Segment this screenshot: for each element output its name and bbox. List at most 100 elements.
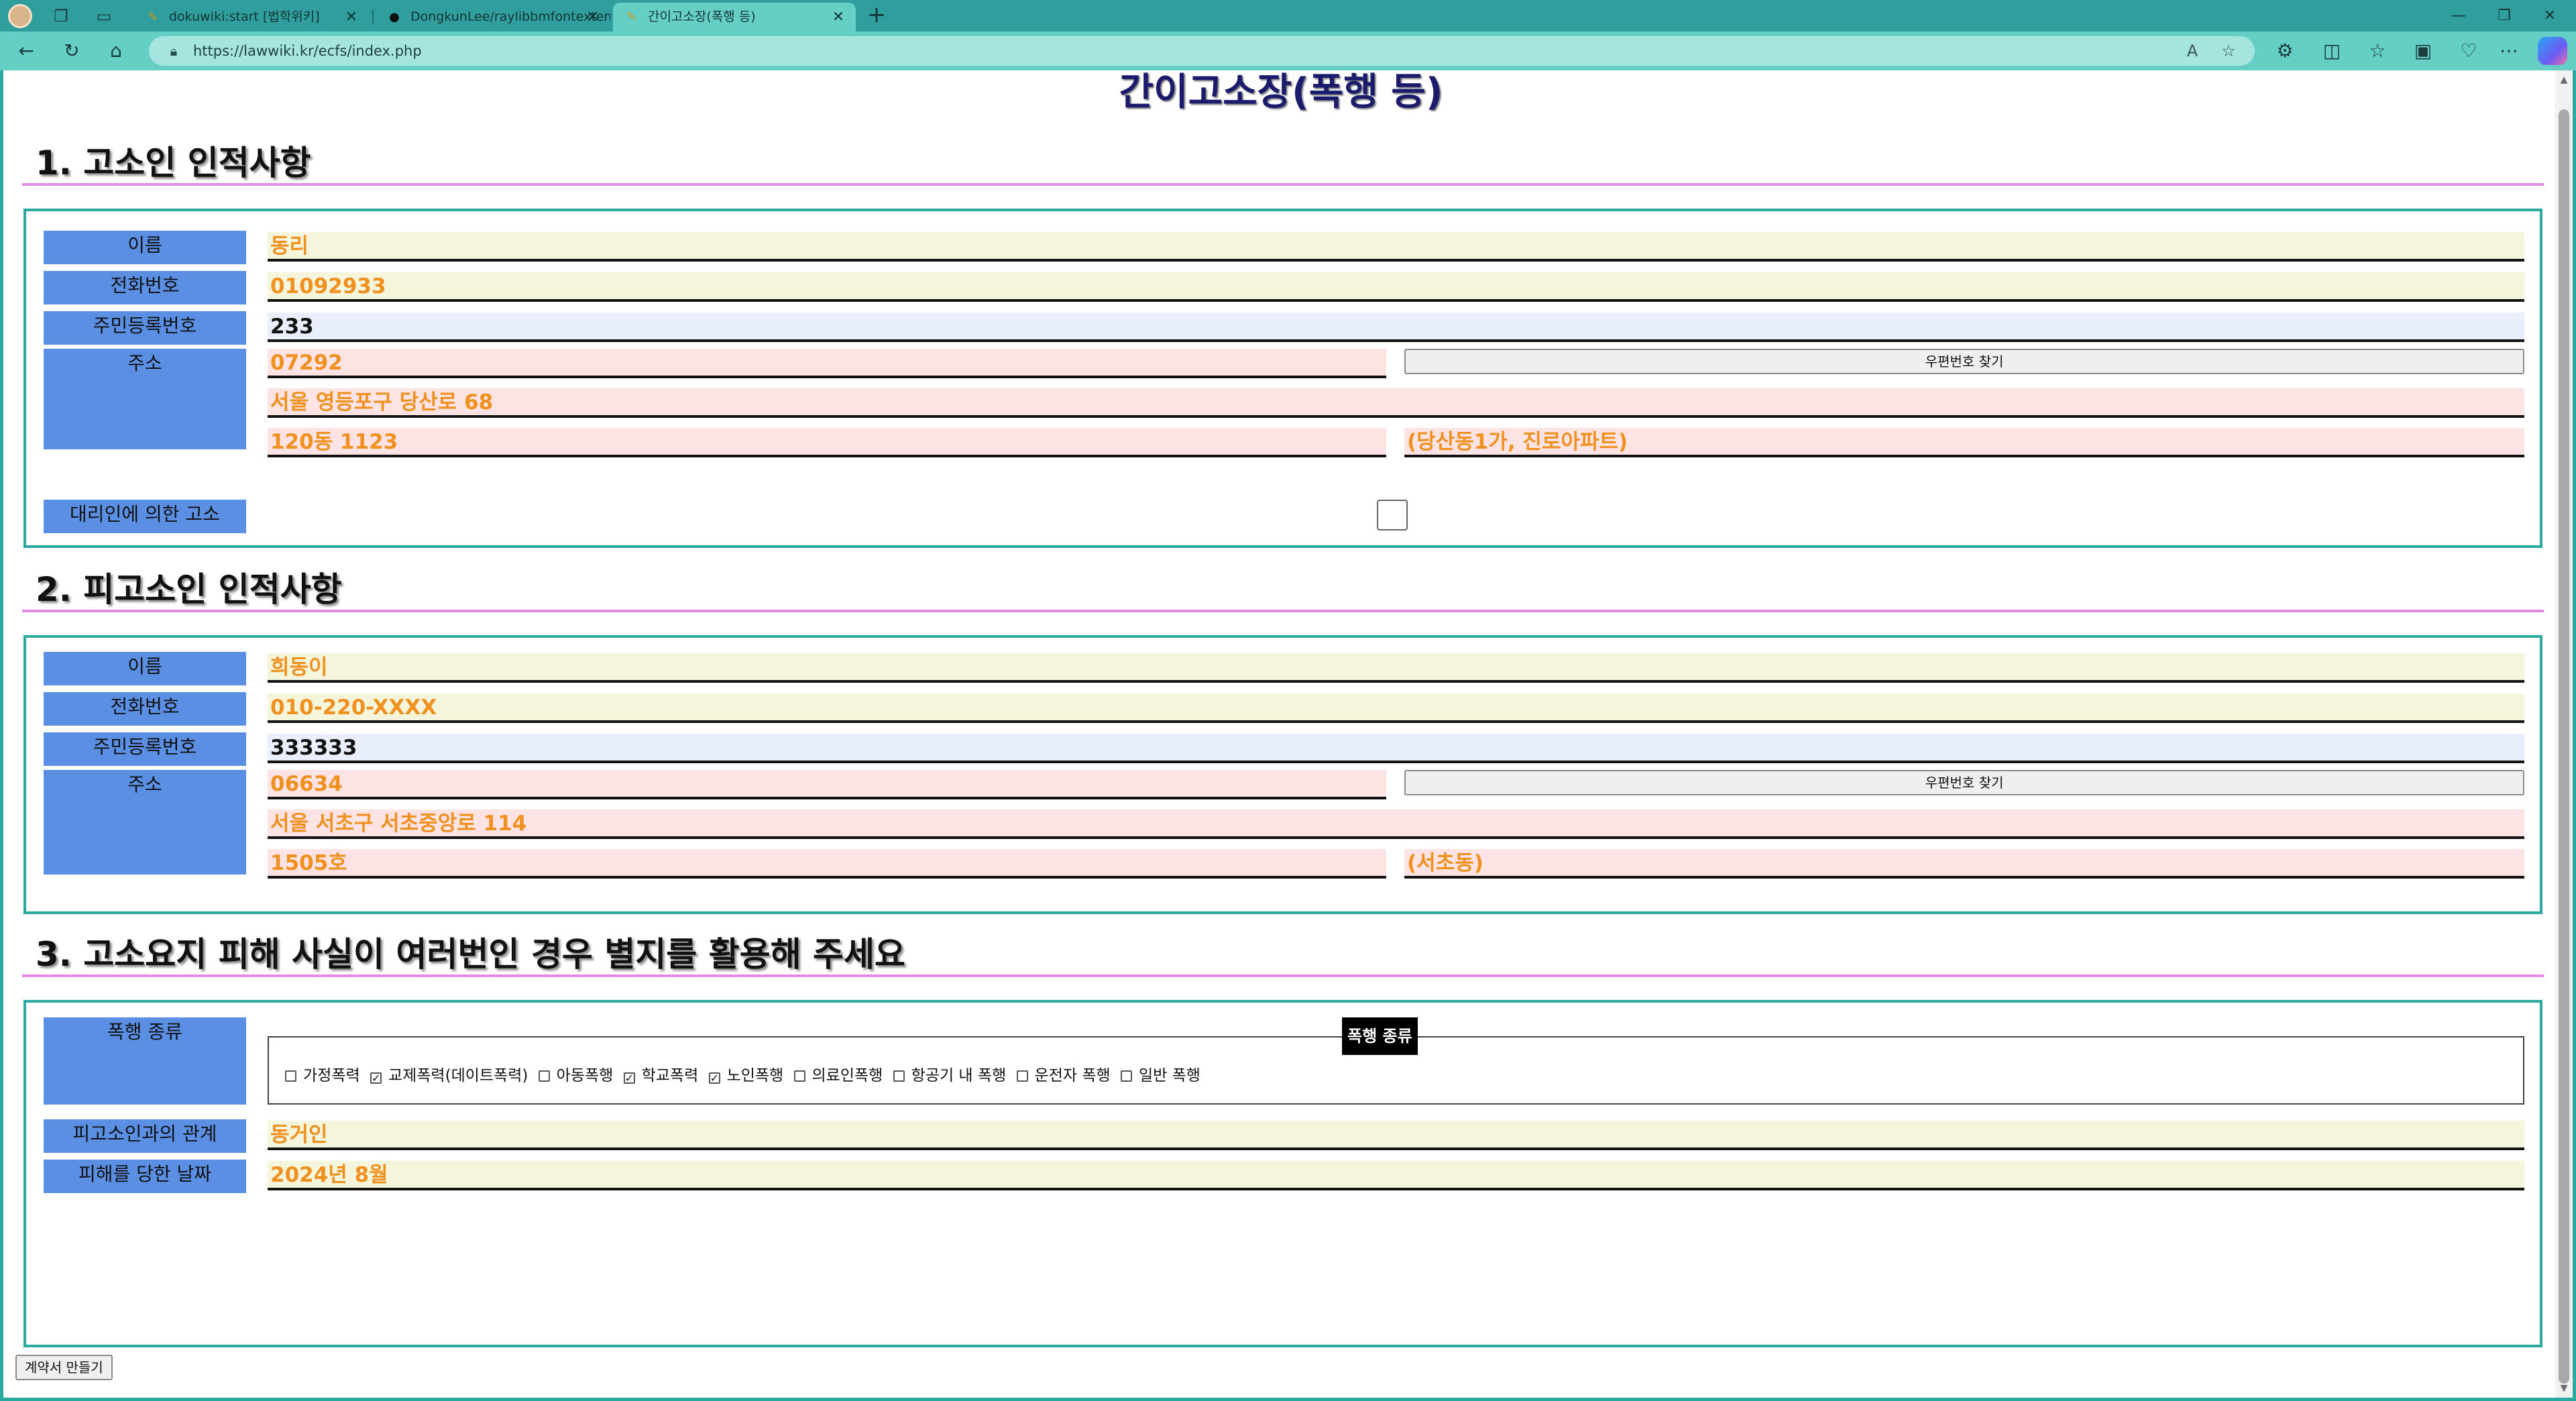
collections-icon[interactable]: ▣ bbox=[2410, 38, 2436, 64]
more-menu-icon[interactable]: ⋯ bbox=[2496, 38, 2522, 64]
minimize-icon[interactable]: — bbox=[2439, 3, 2479, 30]
web-page: 간이고소장(폭행 등) 1. 고소인 인적사항 이름 동리 전화번호 01092… bbox=[0, 70, 2576, 1401]
violence-option-elderly[interactable]: ✓ 노인폭행 bbox=[708, 1066, 783, 1086]
complainant-address-extra-field[interactable]: (당산동1가, 진로아파트) bbox=[1404, 428, 2524, 457]
page-favicon-icon: ✎ bbox=[626, 10, 637, 24]
violence-option-aircraft[interactable]: 항공기 내 폭행 bbox=[893, 1066, 1007, 1086]
browser-essentials-icon[interactable]: ♡ bbox=[2456, 38, 2481, 64]
checkbox-elderly[interactable]: ✓ bbox=[708, 1072, 720, 1084]
section2-heading: 2. 피고소인 인적사항 bbox=[36, 570, 342, 609]
relation-field[interactable]: 동거인 bbox=[268, 1121, 2524, 1150]
option-label: 아동폭행 bbox=[556, 1067, 614, 1084]
checkbox-domestic[interactable] bbox=[285, 1070, 296, 1082]
section3-divider bbox=[22, 974, 2544, 977]
complainant-zip-search-button[interactable]: 우편번호 찾기 bbox=[1404, 349, 2524, 374]
complainant-panel: 이름 동리 전화번호 01092933 주민등록번호 233 주소 07292 … bbox=[23, 209, 2542, 548]
accused-phone-field[interactable]: 010-220-XXXX bbox=[268, 693, 2524, 723]
section3-heading: 3. 고소요지 피해 사실이 여러번인 경우 별지를 활용해 주세요 bbox=[36, 935, 906, 974]
complainant-address-label: 주소 bbox=[44, 349, 246, 449]
complainant-address-field[interactable]: 서울 영등포구 당산로 68 bbox=[268, 388, 2524, 418]
scroll-up-arrow-icon[interactable]: ▲ bbox=[2555, 72, 2573, 88]
scrollbar-thumb[interactable] bbox=[2559, 109, 2569, 1384]
tab-label: 간이고소장(폭행 등) bbox=[648, 9, 756, 24]
complainant-rrn-field[interactable]: 233 bbox=[268, 313, 2524, 342]
restore-icon[interactable]: ❐ bbox=[2484, 3, 2524, 30]
close-tab-icon[interactable]: ✕ bbox=[830, 3, 846, 32]
complainant-phone-field[interactable]: 01092933 bbox=[268, 272, 2524, 302]
refresh-icon[interactable]: ↻ bbox=[59, 38, 85, 64]
accused-zip-search-button[interactable]: 우편번호 찾기 bbox=[1404, 770, 2524, 795]
proxy-complaint-checkbox[interactable] bbox=[1377, 500, 1408, 530]
close-tab-icon[interactable]: ✕ bbox=[585, 3, 601, 32]
accused-address-detail-field[interactable]: 1505호 bbox=[268, 849, 1386, 879]
profile-avatar[interactable] bbox=[8, 4, 32, 28]
complaint-summary-panel: 폭행 종류 폭행 종류 가정폭력 ✓ 교제폭력(데이트폭력) 아동폭행 ✓ 학교폭력… bbox=[23, 1000, 2542, 1347]
complainant-name-label: 이름 bbox=[44, 231, 246, 264]
accused-zip-field[interactable]: 06634 bbox=[268, 770, 1386, 799]
tab-github[interactable]: ● DongkunLee/raylibbmfontexten ✕ bbox=[376, 3, 610, 32]
back-icon[interactable]: ← bbox=[13, 38, 39, 64]
url-text[interactable]: https://lawwiki.kr/ecfs/index.php bbox=[193, 36, 422, 66]
incident-date-field[interactable]: 2024년 8월 bbox=[268, 1161, 2524, 1190]
violence-option-school[interactable]: ✓ 학교폭력 bbox=[623, 1066, 698, 1086]
tab-label: dokuwiki:start [법학위키] bbox=[169, 9, 320, 24]
read-aloud-icon[interactable]: A bbox=[2181, 40, 2204, 62]
accused-rrn-field[interactable]: 333333 bbox=[268, 734, 2524, 763]
violence-option-driver[interactable]: 운전자 폭행 bbox=[1016, 1066, 1111, 1086]
dokuwiki-favicon-icon: ✎ bbox=[148, 10, 158, 24]
complainant-phone-label: 전화번호 bbox=[44, 271, 246, 304]
close-window-icon[interactable]: ✕ bbox=[2530, 3, 2570, 30]
accused-panel: 이름 희동이 전화번호 010-220-XXXX 주민등록번호 333333 주… bbox=[23, 635, 2542, 914]
accused-name-label: 이름 bbox=[44, 652, 246, 685]
checkbox-aircraft[interactable] bbox=[893, 1070, 905, 1082]
accused-rrn-label: 주민등록번호 bbox=[44, 732, 246, 766]
favorites-icon[interactable]: ☆ bbox=[2365, 38, 2390, 64]
section1-divider bbox=[22, 183, 2544, 186]
browser-nav-bar: ← ↻ ⌂ 🔒︎ https://lawwiki.kr/ecfs/index.p… bbox=[0, 32, 2576, 70]
complainant-name-field[interactable]: 동리 bbox=[268, 232, 2524, 262]
violence-option-medical[interactable]: 의료인폭행 bbox=[793, 1066, 883, 1086]
checkbox-general[interactable] bbox=[1120, 1070, 1132, 1082]
option-label: 운전자 폭행 bbox=[1034, 1067, 1111, 1084]
option-label: 가정폭력 bbox=[303, 1067, 360, 1084]
vertical-scrollbar[interactable]: ▲ ▼ bbox=[2555, 70, 2573, 1398]
workspaces-icon[interactable]: ❐ bbox=[50, 5, 72, 27]
close-tab-icon[interactable]: ✕ bbox=[343, 3, 359, 32]
option-label: 교제폭력(데이트폭력) bbox=[388, 1067, 528, 1084]
accused-name-field[interactable]: 희동이 bbox=[268, 653, 2524, 683]
accused-address-label: 주소 bbox=[44, 770, 246, 875]
scroll-down-arrow-icon[interactable]: ▼ bbox=[2555, 1380, 2573, 1396]
accused-address-field[interactable]: 서울 서초구 서초중앙로 114 bbox=[268, 809, 2524, 839]
option-label: 일반 폭행 bbox=[1138, 1067, 1200, 1084]
checkbox-medical[interactable] bbox=[793, 1070, 805, 1082]
accused-address-extra-field[interactable]: (서초동) bbox=[1404, 849, 2524, 879]
favorite-star-icon[interactable]: ☆ bbox=[2217, 40, 2240, 62]
section1-heading: 1. 고소인 인적사항 bbox=[36, 144, 311, 182]
lock-icon[interactable]: 🔒︎ bbox=[164, 41, 184, 61]
checkbox-child[interactable] bbox=[538, 1070, 550, 1082]
violence-option-child[interactable]: 아동폭행 bbox=[538, 1066, 614, 1086]
tab-active-complaint[interactable]: ✎ 간이고소장(폭행 등) ✕ bbox=[613, 3, 856, 32]
browser-tab-bar: ❐ ▭ ✎ dokuwiki:start [법학위키] ✕ ● DongkunL… bbox=[0, 0, 2576, 32]
address-bar[interactable]: 🔒︎ https://lawwiki.kr/ecfs/index.php A ☆ bbox=[149, 36, 2255, 66]
complainant-zip-field[interactable]: 07292 bbox=[268, 349, 1386, 378]
violence-option-general[interactable]: 일반 폭행 bbox=[1120, 1066, 1200, 1086]
violence-option-domestic[interactable]: 가정폭력 bbox=[285, 1066, 360, 1086]
option-label: 항공기 내 폭행 bbox=[911, 1067, 1007, 1084]
tab-actions-icon[interactable]: ▭ bbox=[93, 5, 115, 27]
new-tab-button[interactable]: + bbox=[865, 3, 888, 27]
copilot-icon[interactable] bbox=[2538, 37, 2567, 65]
extensions-icon[interactable]: ⚙ bbox=[2272, 38, 2298, 64]
checkbox-dating[interactable]: ✓ bbox=[370, 1072, 382, 1084]
tab-dokuwiki[interactable]: ✎ dokuwiki:start [법학위키] ✕ bbox=[134, 3, 369, 32]
option-label: 의료인폭행 bbox=[811, 1067, 883, 1084]
split-screen-icon[interactable]: ◫ bbox=[2319, 38, 2345, 64]
violence-type-options: 가정폭력 ✓ 교제폭력(데이트폭력) 아동폭행 ✓ 학교폭력 ✓ 노인폭행 의료인폭행… bbox=[285, 1066, 1206, 1086]
complainant-address-detail-field[interactable]: 120동 1123 bbox=[268, 428, 1386, 457]
checkbox-driver[interactable] bbox=[1016, 1070, 1028, 1082]
home-icon[interactable]: ⌂ bbox=[103, 38, 129, 64]
create-document-button[interactable]: 계약서 만들기 bbox=[15, 1355, 113, 1380]
violence-option-dating[interactable]: ✓ 교제폭력(데이트폭력) bbox=[370, 1066, 528, 1086]
checkbox-school[interactable]: ✓ bbox=[623, 1072, 635, 1084]
accused-phone-label: 전화번호 bbox=[44, 692, 246, 726]
